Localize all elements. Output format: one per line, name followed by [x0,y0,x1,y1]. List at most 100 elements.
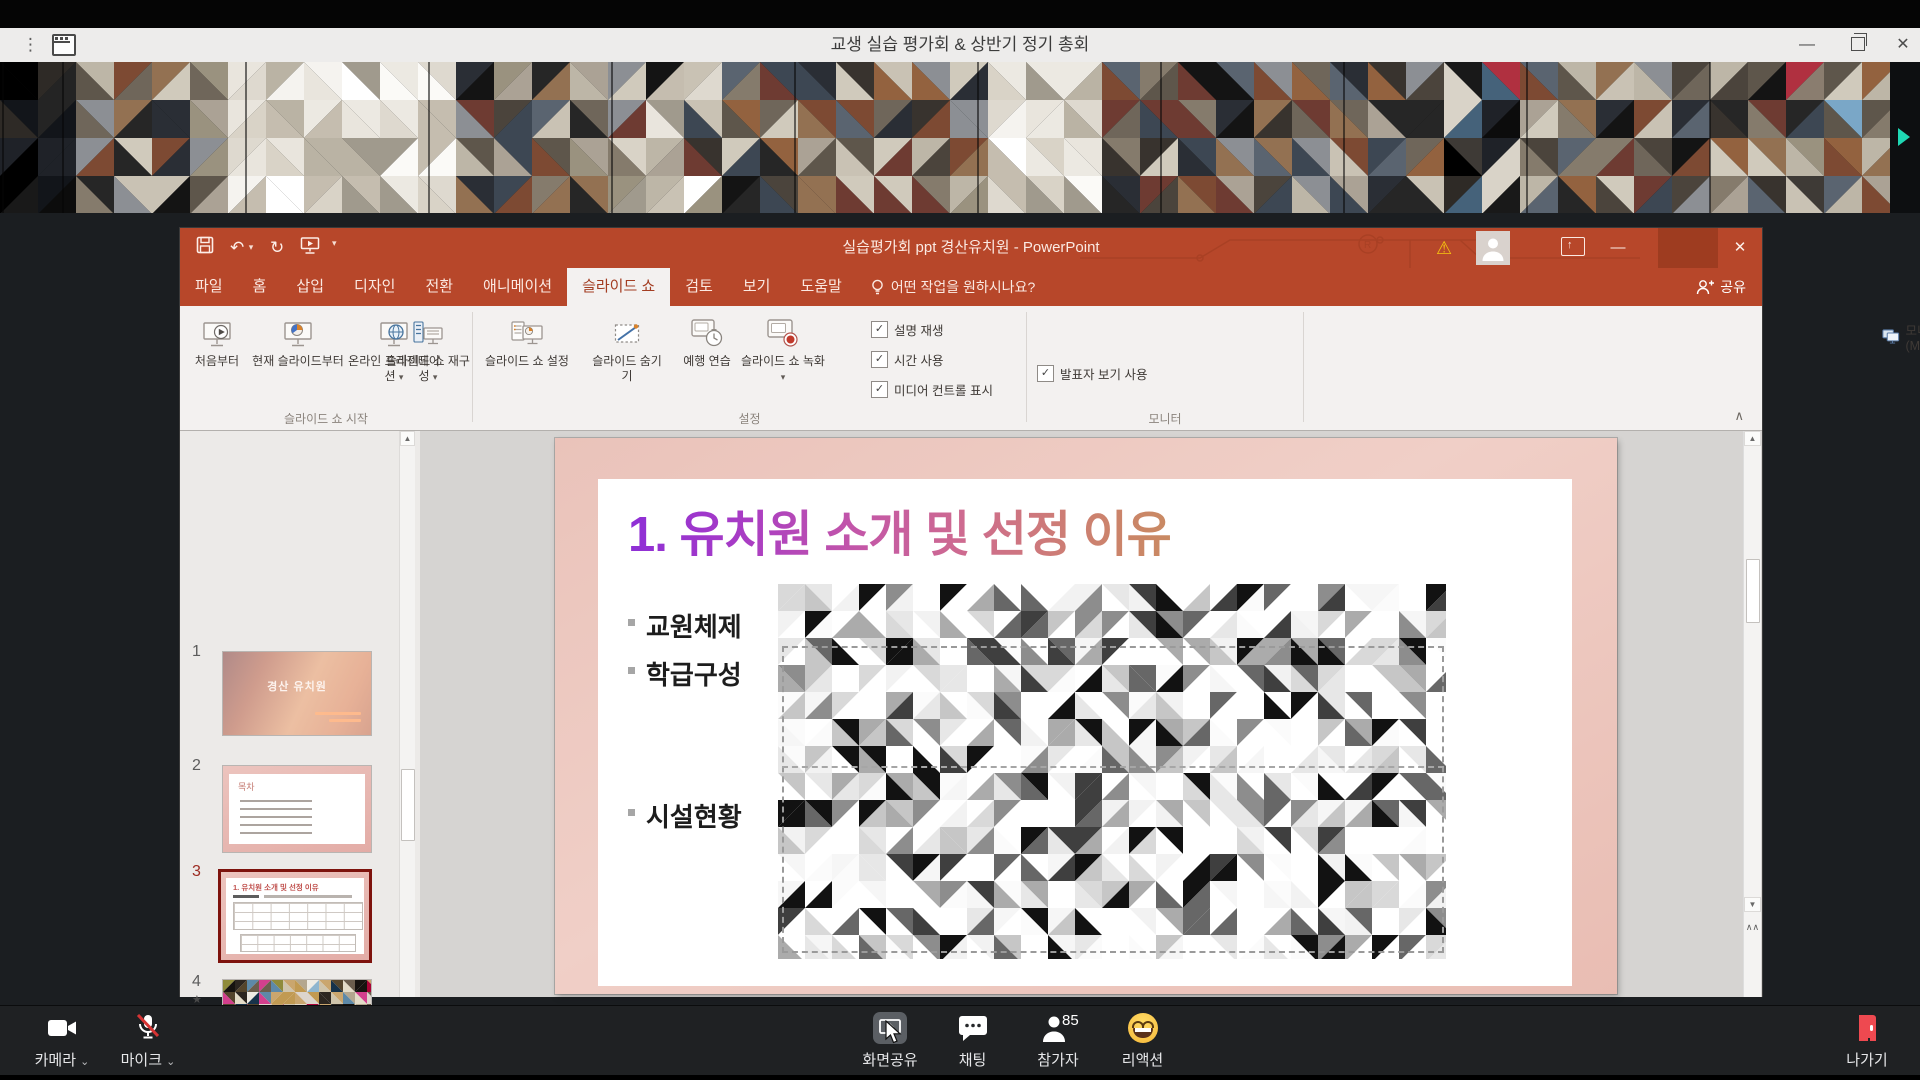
tab-insert[interactable]: 삽입 [281,268,339,306]
tab-file[interactable]: 파일 [180,268,238,306]
participant-count-badge: 85 [1062,1012,1079,1029]
record-slideshow-button[interactable]: 슬라이드 쇼 녹화 ▾ [741,310,825,385]
record-slideshow-icon [766,318,800,350]
group-label-setup: 설정 [473,410,1026,427]
tab-slideshow[interactable]: 슬라이드 쇼 [567,268,670,306]
show-media-controls-checkbox[interactable]: ✓ 미디어 컨트롤 표시 [871,380,993,399]
redo-button[interactable]: ↻ [270,236,284,260]
editor-scrollbar[interactable]: ▲ ▼ ∧∧ [1743,431,1761,997]
tab-help[interactable]: 도움말 [785,268,856,306]
censored-slide-content[interactable] [778,584,1446,959]
tab-view[interactable]: 보기 [728,268,786,306]
from-current-slide-button[interactable]: 현재 슬라이드부터 [252,310,344,369]
share-button[interactable]: 공유 [1696,268,1746,306]
slide3-table-sketch [240,934,356,952]
mic-caret-icon[interactable]: ⌄ [166,1056,175,1068]
ppt-restore-button[interactable] [1658,228,1718,268]
scrollbar-thumb[interactable] [401,769,415,841]
collapse-ribbon-button[interactable]: ∧ [1734,408,1744,424]
app-close-button[interactable]: ✕ [1888,28,1918,62]
from-beginning-button[interactable]: 처음부터 [186,310,248,369]
tab-design[interactable]: 디자인 [339,268,410,306]
slide-thumbnail-3-selected[interactable]: 1. 유치원 소개 및 선정 이유 [218,869,372,963]
slide-bullet-2[interactable]: 학급구성 [646,655,742,692]
qat-customize-button[interactable]: ▾ [332,236,337,260]
warning-icon[interactable]: ⚠ [1436,235,1452,261]
camera-button[interactable]: 카메라 ⌄ [22,1012,102,1070]
scroll-up-icon[interactable]: ▲ [1744,431,1761,446]
tab-transitions[interactable]: 전환 [410,268,468,306]
tab-animations[interactable]: 애니메이션 [468,268,567,306]
strip-collapse-arrow-icon[interactable] [1898,128,1910,146]
undo-button[interactable]: ↶ ▾ [230,236,253,260]
mouse-cursor [884,1020,906,1044]
slide-title[interactable]: 1. 유치원 소개 및 선정 이유 [628,495,1171,566]
ppt-document-title: 실습평가회 ppt 경산유치원 - PowerPoint [471,228,1471,268]
custom-slideshow-button[interactable]: 슬라이드 쇼 재구성 ▾ [386,310,470,385]
reactions-button[interactable]: 리액션 [1100,1012,1185,1070]
participants-button[interactable]: 85 참가자 [1018,1012,1098,1070]
slide-canvas[interactable]: 1. 유치원 소개 및 선정 이유 교원체제 학급구성 시설현황 [555,438,1617,994]
ppt-minimize-button[interactable]: — [1596,228,1640,268]
slide3-body: 1. 유치원 소개 및 선정 이유 [226,878,364,954]
mic-button-muted[interactable]: 마이크 ⌄ [108,1012,188,1070]
tell-me-box[interactable]: 어떤 작업을 원하시나요? [871,268,1035,306]
app-restore-button[interactable] [1842,28,1872,62]
video-tile-borders [0,62,1890,213]
slide-number: 4 [192,973,201,991]
chat-button[interactable]: 채팅 [935,1012,1010,1070]
previous-slide-button[interactable]: ∧∧ [1744,923,1761,931]
checkbox-icon: ✓ [1037,365,1054,382]
tab-review[interactable]: 검토 [670,268,728,306]
tab-home[interactable]: 홈 [238,268,282,306]
checkbox-icon: ✓ [871,321,888,338]
screen: ⋮ 교생 실습 평가회 & 상반기 정기 총회 — ✕ R ↶ ▾ [0,0,1920,1080]
leave-door-icon [1854,1013,1880,1043]
app-minimize-button[interactable]: — [1792,28,1822,62]
slide-thumbnail-1[interactable]: 경산 유치원 [222,651,372,736]
slide3-title: 1. 유치원 소개 및 선정 이유 [233,882,319,893]
leave-button[interactable]: 나가기 [1832,1012,1902,1070]
slide-thumbnail-panel: 1 경산 유치원 2 목차 3 [180,431,420,997]
selection-dashed-border [782,646,1444,953]
scroll-up-icon[interactable]: ▲ [400,431,415,446]
ppt-titlebar: R ↶ ▾ ↻ ▾ 실습평가회 ppt 경산유치원 - PowerPoint ⚠… [180,228,1762,268]
slide2-title: 목차 [238,780,255,793]
group-label-start: 슬라이드 쇼 시작 [180,410,472,427]
from-current-slide-icon [282,320,314,350]
slide-bullet-1[interactable]: 교원체제 [646,607,742,644]
app-titlebar: ⋮ 교생 실습 평가회 & 상반기 정기 총회 — ✕ [0,28,1920,63]
group-start-slideshow: 처음부터 현재 슬라이드부터 온라인 프레젠테이션 ▾ 슬라이드 쇼 재구성 ▾… [180,306,472,430]
hide-slide-icon [612,320,642,350]
play-narrations-checkbox[interactable]: ✓ 설명 재생 [871,320,943,339]
meeting-toolbar: 카메라 ⌄ 마이크 ⌄ 화면공유 채팅 85 참가자 [0,1005,1920,1076]
ribbon-tab-row: 파일 홈 삽입 디자인 전환 애니메이션 슬라이드 쇼 검토 보기 도움말 어떤… [180,268,1762,306]
undo-caret-icon[interactable]: ▾ [249,242,254,252]
account-avatar[interactable] [1476,231,1510,265]
scroll-down-icon[interactable]: ▼ [1744,897,1761,912]
use-timings-checkbox[interactable]: ✓ 시간 사용 [871,350,943,369]
mic-muted-icon [134,1014,162,1042]
custom-show-caret-icon: ▾ [433,372,438,382]
ppt-close-button[interactable]: ✕ [1718,228,1762,268]
lightbulb-icon [871,279,884,296]
scrollbar-thumb[interactable] [1746,559,1760,623]
rehearse-timings-button[interactable]: 예행 연습 [683,310,731,369]
thumbnail-scrollbar[interactable]: ▲ [399,431,415,997]
ribbon-display-options-button[interactable]: ↑ [1558,236,1588,260]
record-caret-icon: ▾ [781,372,786,382]
slide3-text-bar [264,895,352,898]
monitor-label: 모니터(M): [1906,320,1920,353]
group-separator [1303,312,1304,422]
setup-slideshow-button[interactable]: 슬라이드 쇼 설정 [485,310,569,369]
camera-caret-icon[interactable]: ⌄ [80,1056,89,1068]
slide3-table-sketch [233,902,363,930]
save-button[interactable] [196,236,214,260]
slide-thumbnail-2[interactable]: 목차 [222,765,372,853]
use-presenter-view-checkbox[interactable]: ✓ 발표자 보기 사용 [1037,364,1147,383]
slide1-subtitle-line [315,712,361,715]
start-slideshow-qat-button[interactable] [300,236,320,260]
slide-bullet-3[interactable]: 시설현황 [646,797,742,834]
hide-slide-button[interactable]: 슬라이드 숨기기 [591,310,663,384]
group-label-monitors: 모니터 [1027,410,1303,427]
